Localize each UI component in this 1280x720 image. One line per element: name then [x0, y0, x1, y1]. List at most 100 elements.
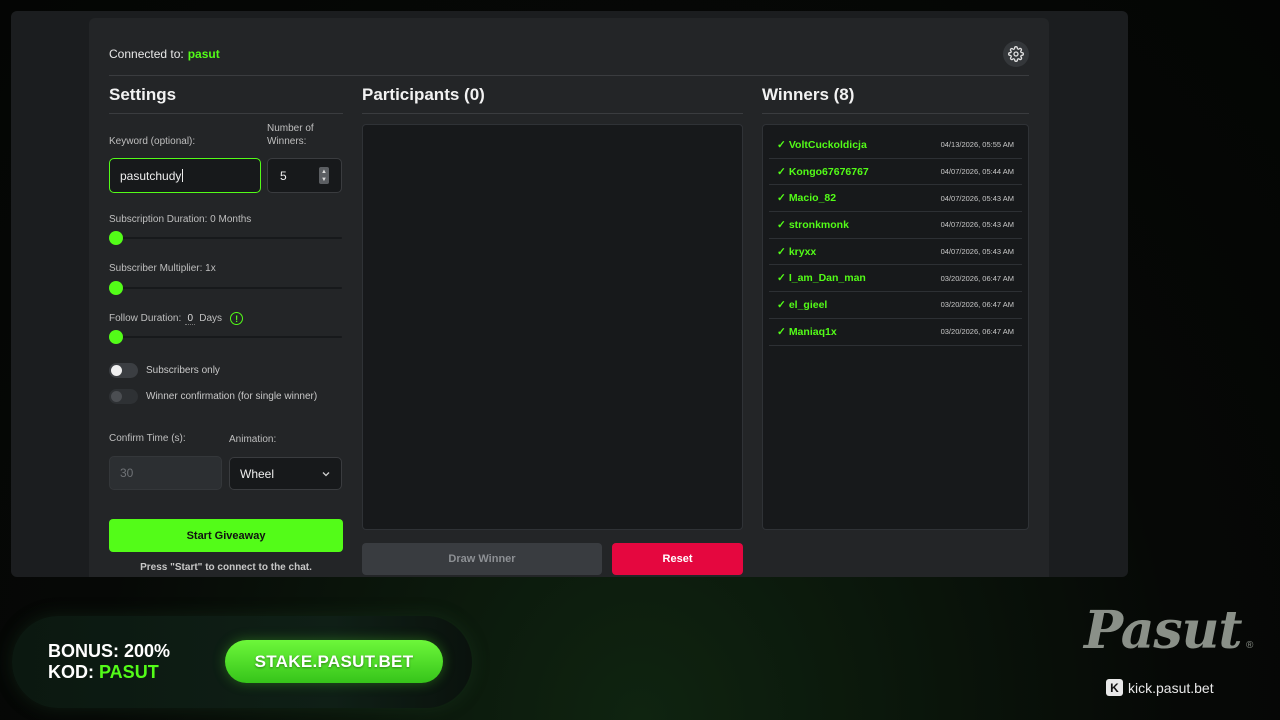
participants-list: [362, 124, 743, 530]
winner-name: Macio_82: [788, 192, 837, 205]
spin-down-icon[interactable]: ▼: [321, 177, 327, 183]
follow-duration-row: Follow Duration: 0 Days !: [109, 312, 244, 325]
winner-row: ✓ VoltCuckoldicja 04/13/2026, 05:55 AM: [769, 132, 1022, 159]
connected-label: Connected to:: [109, 46, 184, 61]
kick-url: kick.pasut.bet: [1128, 679, 1214, 696]
follow-duration-input[interactable]: 0: [185, 313, 196, 325]
check-icon: ✓: [777, 165, 786, 178]
winner-row: ✓ Macio_82 04/07/2026, 05:43 AM: [769, 185, 1022, 213]
animation-select[interactable]: Wheel: [229, 457, 342, 490]
text-caret: [182, 169, 184, 182]
stake-link-button[interactable]: STAKE.PASUT.BET: [225, 640, 443, 683]
draw-winner-button[interactable]: Draw Winner: [362, 543, 602, 575]
winner-time: 04/13/2026, 05:55 AM: [940, 140, 1014, 150]
brand-block: Pasut ® K kick.pasut.bet: [1078, 600, 1268, 700]
settings-button[interactable]: [1003, 40, 1029, 67]
winner-name: Kongo67676767: [788, 165, 869, 178]
toggle-knob: [111, 391, 122, 402]
sub-duration-label: Subscription Duration: 0 Months: [109, 214, 252, 225]
confirm-time-placeholder: 30: [120, 466, 134, 480]
slider-thumb[interactable]: [109, 330, 123, 344]
number-spinner[interactable]: ▲ ▼: [319, 167, 329, 184]
settings-divider: [109, 113, 343, 114]
winner-name: I_am_Dan_man: [788, 272, 866, 285]
check-icon: ✓: [777, 245, 786, 258]
slider-track: [109, 287, 342, 289]
slider-track: [109, 336, 342, 338]
winner-time: 04/07/2026, 05:43 AM: [940, 193, 1014, 203]
giveaway-app: Connected to: pasut Settings Keyword (opt…: [89, 18, 1049, 577]
winners-count-input[interactable]: 5 ▲ ▼: [267, 158, 342, 193]
winner-row: ✓ el_gieel 03/20/2026, 06:47 AM: [769, 292, 1022, 319]
animation-label: Animation:: [229, 434, 277, 445]
code-label: KOD:: [48, 662, 94, 682]
winners-divider: [762, 113, 1029, 114]
start-giveaway-button[interactable]: Start Giveaway: [109, 519, 343, 552]
chevron-down-icon: [322, 471, 330, 476]
winners-count-label: Number of Winners:: [267, 123, 314, 147]
check-icon: ✓: [777, 325, 786, 338]
winner-time: 03/20/2026, 06:47 AM: [940, 327, 1014, 337]
subscribers-only-toggle[interactable]: [109, 363, 138, 378]
toggle-knob: [111, 365, 122, 376]
check-icon: ✓: [777, 218, 786, 231]
sub-duration-slider[interactable]: [109, 231, 342, 245]
start-hint: Press "Start" to connect to the chat.: [140, 562, 312, 573]
animation-value: Wheel: [240, 466, 275, 481]
confirm-time-label: Confirm Time (s):: [109, 433, 186, 444]
subscribers-only-label: Subscribers only: [146, 365, 220, 376]
winner-time: 04/07/2026, 05:44 AM: [940, 167, 1014, 177]
check-icon: ✓: [777, 298, 786, 311]
winner-confirmation-toggle[interactable]: [109, 389, 138, 404]
subscribers-only-row: Subscribers only: [109, 363, 220, 378]
winner-name: el_gieel: [788, 298, 828, 311]
check-icon: ✓: [777, 272, 786, 285]
winners-title: Winners (8): [762, 85, 855, 104]
winner-row: ✓ kryxx 04/07/2026, 05:43 AM: [769, 239, 1022, 266]
winner-name: stronkmonk: [788, 218, 849, 231]
follow-duration-label: Follow Duration:: [109, 313, 182, 324]
slider-thumb[interactable]: [109, 281, 123, 295]
participants-divider: [362, 113, 743, 114]
sub-multiplier-slider[interactable]: [109, 281, 342, 295]
winner-row: ✓ Maniaq1x 03/20/2026, 06:47 AM: [769, 319, 1022, 346]
channel-name: pasut: [187, 46, 220, 61]
participants-title: Participants (0): [362, 85, 485, 104]
bonus-label: BONUS:: [48, 641, 119, 661]
follow-duration-slider[interactable]: [109, 330, 342, 344]
winner-time: 03/20/2026, 06:47 AM: [940, 300, 1014, 310]
check-icon: ✓: [777, 192, 786, 205]
slider-track: [109, 237, 342, 239]
winners-count-value: 5: [280, 168, 287, 183]
spin-up-icon[interactable]: ▲: [321, 169, 327, 175]
keyword-value: pasutchudy: [120, 168, 182, 183]
winner-confirmation-row: Winner confirmation (for single winner): [109, 389, 317, 404]
code-value: PASUT: [99, 662, 159, 682]
kick-icon: K: [1106, 679, 1123, 696]
winner-name: Maniaq1x: [788, 325, 837, 338]
info-icon[interactable]: !: [230, 312, 244, 325]
winner-name: kryxx: [788, 245, 817, 258]
follow-duration-unit: Days: [199, 313, 223, 324]
winner-row: ✓ Kongo67676767 04/07/2026, 05:44 AM: [769, 159, 1022, 186]
winner-time: 04/07/2026, 05:43 AM: [940, 220, 1014, 230]
settings-title: Settings: [109, 85, 177, 104]
bonus-value: 200%: [124, 641, 171, 661]
reset-button[interactable]: Reset: [612, 543, 743, 575]
gear-icon: [1008, 45, 1024, 62]
keyword-input[interactable]: pasutchudy: [109, 158, 261, 193]
winner-row: ✓ stronkmonk 04/07/2026, 05:43 AM: [769, 212, 1022, 239]
keyword-label: Keyword (optional):: [109, 136, 196, 147]
promo-text: BONUS: 200% KOD: PASUT: [48, 641, 170, 683]
winner-time: 04/07/2026, 05:43 AM: [940, 247, 1014, 257]
check-icon: ✓: [777, 138, 786, 151]
kick-link: K kick.pasut.bet: [1106, 679, 1214, 696]
top-bar: Connected to: pasut: [109, 32, 1029, 76]
winner-name: VoltCuckoldicja: [788, 138, 867, 151]
registered-mark: ®: [1246, 640, 1254, 651]
sub-multiplier-label: Subscriber Multiplier: 1x: [109, 263, 216, 274]
connection-status: Connected to: pasut: [109, 47, 220, 61]
winner-confirmation-label: Winner confirmation (for single winner): [146, 391, 318, 402]
slider-thumb[interactable]: [109, 231, 123, 245]
confirm-time-input: 30: [109, 456, 222, 490]
